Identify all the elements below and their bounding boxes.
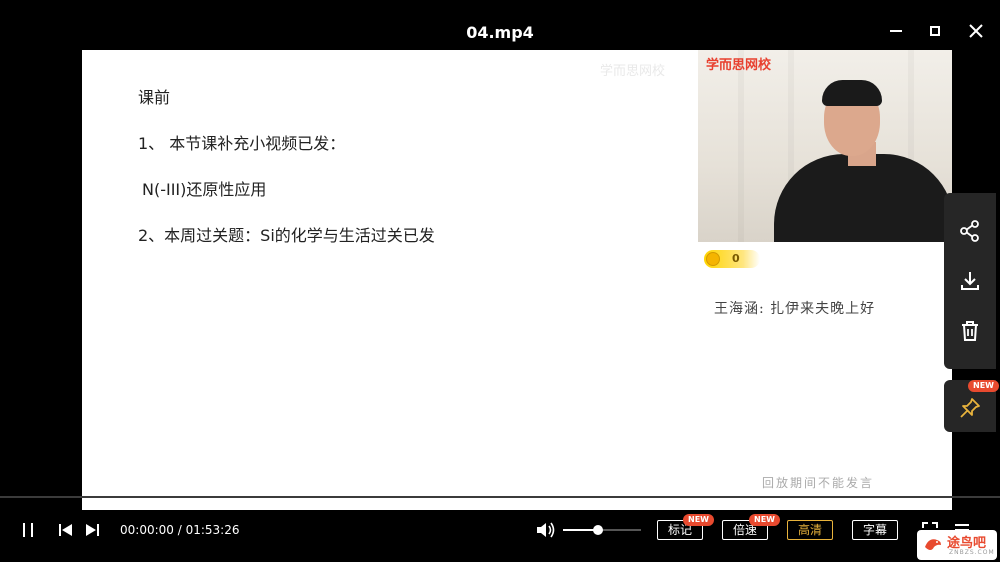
coin-counter: 0 xyxy=(704,250,760,268)
maximize-button[interactable] xyxy=(924,20,946,42)
pin-button[interactable] xyxy=(954,392,986,424)
curtain-fold xyxy=(738,50,744,242)
volume-slider[interactable] xyxy=(563,525,641,535)
control-bar: 00:00:00 / 01:53:26 标记 NEW 倍速 NEW 高清 字幕 xyxy=(0,510,1000,562)
slide-watermark: 学而思网校 xyxy=(600,64,666,79)
site-logo: 途鸟吧 ZNBZS.COM xyxy=(917,530,997,560)
video-frame[interactable]: 学而思网校 课前 1、 本节课补充小视频已发： N(-III)还原性应用 2、本… xyxy=(82,50,952,510)
delete-button[interactable] xyxy=(954,315,986,347)
minimize-button[interactable] xyxy=(885,20,907,42)
subtitle-button[interactable]: 字幕 xyxy=(852,520,898,540)
slide-line-2: 1、 本节课补充小视频已发： xyxy=(138,134,346,153)
teacher-hair xyxy=(822,80,882,106)
new-badge: NEW xyxy=(968,380,999,392)
download-button[interactable] xyxy=(954,265,986,297)
time-current: 00:00:00 xyxy=(120,523,174,537)
chat-panel: 0 王海涵: 扎伊来夫晚上好 回放期间不能发言 xyxy=(698,242,952,510)
slide-line-1: 课前 xyxy=(138,88,171,107)
skip-next-icon xyxy=(86,524,99,536)
teacher-camera: 学而思网校 xyxy=(698,50,952,242)
volume-button[interactable] xyxy=(536,520,556,540)
subtitle-label: 字幕 xyxy=(862,523,887,537)
progress-bar[interactable] xyxy=(0,496,1000,498)
slide-line-4: 2、本周过关题：Si的化学与生活过关已发 xyxy=(138,226,435,245)
share-button[interactable] xyxy=(954,215,986,247)
time-display: 00:00:00 / 01:53:26 xyxy=(120,523,239,537)
pause-button[interactable] xyxy=(18,520,38,540)
quality-label: 高清 xyxy=(797,523,822,537)
minimize-icon xyxy=(890,30,902,32)
window-title: 04.mp4 xyxy=(466,23,534,42)
speed-new-badge: NEW xyxy=(749,514,780,526)
download-icon xyxy=(961,272,979,290)
previous-button[interactable] xyxy=(56,520,76,540)
pause-icon xyxy=(23,523,33,537)
bird-icon xyxy=(925,539,941,550)
quality-button[interactable]: 高清 xyxy=(787,520,833,540)
share-icon xyxy=(960,220,979,242)
time-separator: / xyxy=(173,523,186,537)
side-action-panel xyxy=(944,193,996,369)
replay-note: 回放期间不能发言 xyxy=(762,476,875,490)
mark-new-badge: NEW xyxy=(683,514,714,526)
time-total: 01:53:26 xyxy=(185,523,240,537)
pin-icon xyxy=(960,398,980,418)
close-icon xyxy=(969,24,983,38)
coin-icon xyxy=(706,252,720,266)
skip-previous-icon xyxy=(59,524,72,536)
trash-icon xyxy=(962,321,978,341)
chat-message: 王海涵: 扎伊来夫晚上好 xyxy=(714,301,876,317)
logo-subtext: ZNBZS.COM xyxy=(949,549,995,556)
next-button[interactable] xyxy=(82,520,102,540)
maximize-icon xyxy=(930,26,940,36)
teacher-body xyxy=(774,154,952,242)
camera-brand: 学而思网校 xyxy=(706,58,772,73)
close-button[interactable] xyxy=(965,20,987,42)
title-bar: 04.mp4 xyxy=(0,0,1000,50)
slide-line-3: N(-III)还原性应用 xyxy=(142,180,267,199)
volume-knob[interactable] xyxy=(593,525,604,535)
volume-icon xyxy=(537,522,555,538)
coin-count: 0 xyxy=(732,252,740,265)
lecture-slide: 学而思网校 课前 1、 本节课补充小视频已发： N(-III)还原性应用 2、本… xyxy=(82,50,698,510)
pin-panel: NEW xyxy=(944,380,999,432)
